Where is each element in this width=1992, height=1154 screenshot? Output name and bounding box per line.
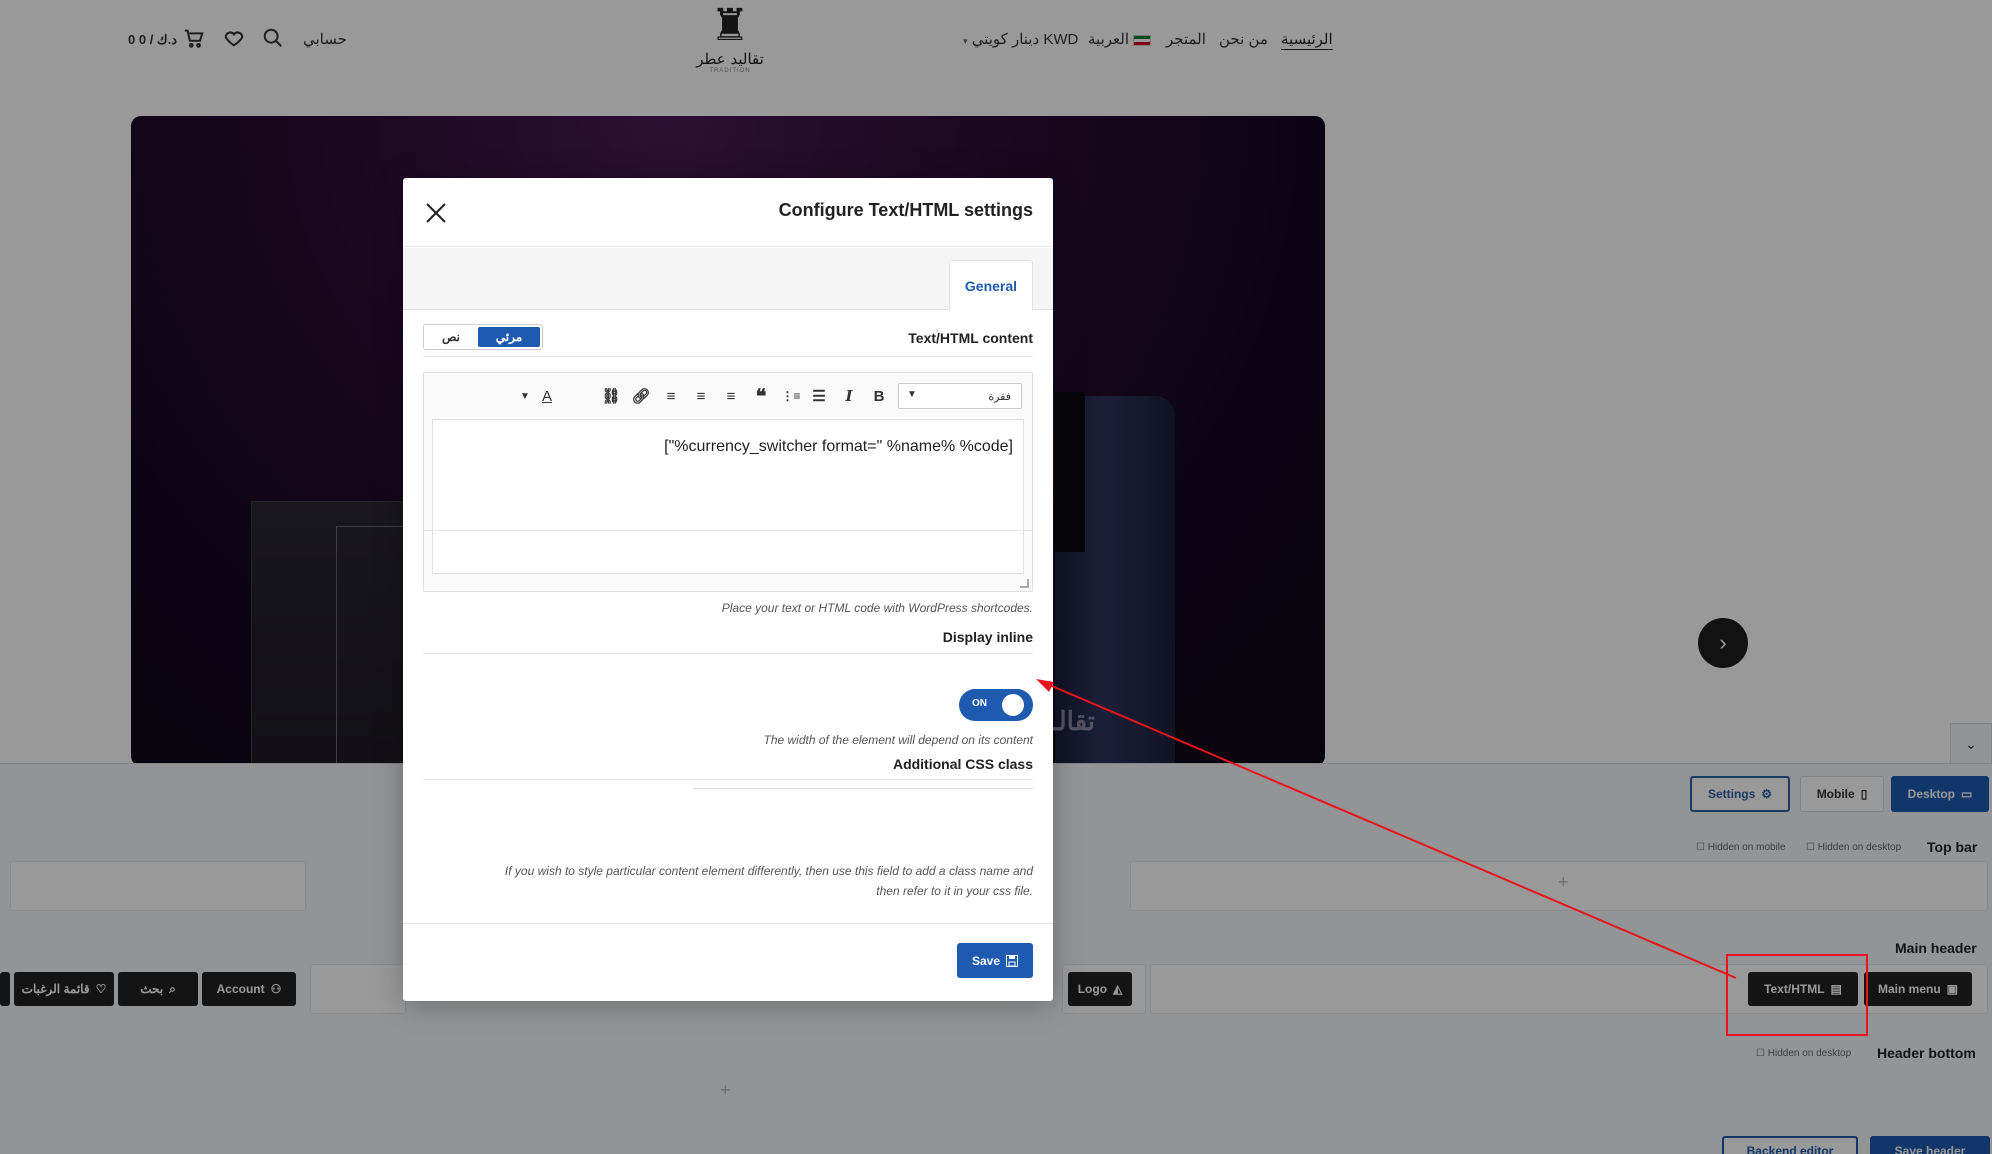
toggle-knob xyxy=(1002,694,1024,716)
display-inline-toggle[interactable]: ON xyxy=(959,689,1033,721)
css-desc-line-1: If you wish to style particular content … xyxy=(504,864,1033,878)
close-icon[interactable] xyxy=(423,200,449,226)
format-value: فقرة xyxy=(988,391,1011,403)
unlink-icon[interactable]: ⛓︎ xyxy=(601,387,620,405)
bold-icon[interactable]: B xyxy=(870,387,888,405)
toggle-on-label: ON xyxy=(972,698,987,709)
editor-toolbar: ▼ فقرة B I ☰ ⋮≡ ❝ ≡ ≡ ≡ 🔗︎ ⛓︎ A ▼ xyxy=(424,373,1032,419)
content-description: Place your text or HTML code with WordPr… xyxy=(721,601,1033,615)
save-button[interactable]: Save xyxy=(957,943,1033,978)
paragraph-format-select[interactable]: ▼ فقرة xyxy=(898,383,1022,409)
tabs-bar: General xyxy=(403,248,1053,311)
modal-title: Configure Text/HTML settings xyxy=(778,200,1033,220)
css-desc-line-2: then refer to it in your css file. xyxy=(876,884,1033,898)
align-center-icon[interactable]: ≡ xyxy=(692,387,710,405)
divider xyxy=(423,356,1033,357)
text-color-icon[interactable]: A xyxy=(538,387,556,405)
css-class-input[interactable] xyxy=(693,761,1033,789)
align-left-icon[interactable]: ≡ xyxy=(722,387,740,405)
bullet-list-icon[interactable]: ☰ xyxy=(810,387,828,405)
wysiwyg-editor: ▼ فقرة B I ☰ ⋮≡ ❝ ≡ ≡ ≡ 🔗︎ ⛓︎ A ▼ ["%cur… xyxy=(423,372,1033,592)
chevron-down-icon[interactable]: ▼ xyxy=(516,387,534,405)
css-class-description: If you wish to style particular content … xyxy=(423,861,1033,901)
divider xyxy=(423,653,1033,654)
modal-header: Configure Text/HTML settings xyxy=(403,178,1053,247)
editor-content: ["%currency_switcher format=" %name% %co… xyxy=(664,438,1013,455)
tab-general[interactable]: General xyxy=(949,260,1033,311)
resize-handle-icon[interactable] xyxy=(1020,579,1029,588)
display-inline-description: The width of the element will depend on … xyxy=(763,733,1034,747)
link-icon[interactable]: 🔗︎ xyxy=(631,387,650,405)
modal-footer-divider xyxy=(403,923,1053,924)
numbered-list-icon[interactable]: ⋮≡ xyxy=(782,387,801,405)
floppy-icon xyxy=(1006,954,1019,967)
editor-mode-switch: مرئي نص xyxy=(423,324,543,350)
chevron-down-icon: ▼ xyxy=(907,389,917,400)
text-html-settings-modal: Configure Text/HTML settings General Tex… xyxy=(403,178,1053,1001)
save-label: Save xyxy=(971,953,1001,968)
visual-mode-tab[interactable]: مرئي xyxy=(478,327,540,347)
divider xyxy=(423,530,1033,531)
align-right-icon[interactable]: ≡ xyxy=(662,387,680,405)
blockquote-icon[interactable]: ❝ xyxy=(752,386,770,408)
display-inline-label: Display inline xyxy=(942,629,1033,645)
editor-content-area[interactable]: ["%currency_switcher format=" %name% %co… xyxy=(432,419,1024,574)
content-label: Text/HTML content xyxy=(908,330,1033,346)
annotation-highlight-box xyxy=(1726,954,1868,1036)
text-mode-tab[interactable]: نص xyxy=(430,327,472,347)
italic-icon[interactable]: I xyxy=(840,387,858,405)
